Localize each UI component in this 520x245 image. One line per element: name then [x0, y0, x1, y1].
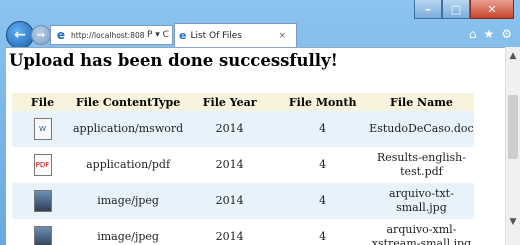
content-type-cell: application/pdf [73, 147, 184, 183]
image-file-icon[interactable] [33, 226, 52, 245]
pdf-document-icon[interactable]: PDF [33, 154, 52, 176]
year-cell: 2014 [183, 147, 277, 183]
table-row: PDF application/pdf 2014 4 Results-engli… [12, 147, 474, 183]
browser-window: – □ ✕ ← → e http://localhost:8080/t.. P … [0, 0, 520, 245]
file-cell: PDF [12, 147, 73, 183]
forward-button[interactable]: → [31, 25, 51, 45]
scroll-down-icon[interactable]: ▼ [506, 215, 520, 229]
header-month: File Month [276, 93, 370, 111]
tab-title[interactable]: List Of Files [190, 31, 278, 41]
month-cell: 4 [276, 147, 370, 183]
table-row: image/jpeg 2014 4 arquivo-txt-small.jpg [12, 183, 474, 219]
content-type-cell: image/jpeg [73, 183, 184, 219]
favorites-star-icon[interactable]: ★ [483, 27, 494, 41]
back-button[interactable]: ← [6, 21, 34, 49]
home-icon[interactable]: ⌂ [469, 27, 477, 41]
close-button[interactable]: ✕ [470, 0, 514, 19]
file-name-cell: EstudoDeCaso.doc [369, 111, 474, 147]
address-search-refresh-icons[interactable]: P ▾ C [147, 30, 169, 40]
table-row: W application/msword 2014 4 EstudoDeCaso… [12, 111, 474, 147]
minimize-button[interactable]: – [414, 0, 442, 19]
year-cell: 2014 [183, 219, 277, 245]
table-header-row: File File ContentType File Year File Mon… [12, 93, 474, 111]
browser-right-icons: ⌂ ★ ⚙ [469, 27, 512, 41]
scrollbar-thumb[interactable] [508, 95, 518, 159]
content-type-cell: application/msword [73, 111, 184, 147]
year-cell: 2014 [183, 183, 277, 219]
header-year: File Year [183, 93, 277, 111]
maximize-button[interactable]: □ [442, 0, 470, 19]
ie-tab-icon: e [179, 29, 187, 42]
header-file: File [12, 93, 73, 111]
file-cell [12, 219, 73, 245]
file-name-cell: arquivo-xml-xstream-small.jpg [369, 219, 474, 245]
file-cell [12, 183, 73, 219]
word-document-icon[interactable]: W [33, 118, 52, 140]
month-cell: 4 [276, 111, 370, 147]
month-cell: 4 [276, 219, 370, 245]
file-name-cell: arquivo-txt-small.jpg [369, 183, 474, 219]
scroll-up-icon[interactable]: ▲ [506, 49, 520, 63]
year-cell: 2014 [183, 111, 277, 147]
tab-close-icon[interactable]: × [278, 31, 286, 41]
page-content: Upload has been done successfully! File … [6, 47, 520, 245]
file-cell: W [12, 111, 73, 147]
gear-icon[interactable]: ⚙ [501, 27, 512, 41]
page-title: Upload has been done successfully! [9, 51, 338, 70]
header-name: File Name [369, 93, 474, 111]
address-bar[interactable]: e http://localhost:8080/t.. P ▾ C [50, 25, 173, 45]
address-url[interactable]: http://localhost:8080/t.. [71, 31, 145, 40]
table-row: image/jpeg 2014 4 arquivo-xml-xstream-sm… [12, 219, 474, 245]
content-type-cell: image/jpeg [73, 219, 184, 245]
image-file-icon[interactable] [33, 190, 52, 212]
window-controls: – □ ✕ [414, 0, 514, 19]
files-table: File File ContentType File Year File Mon… [12, 93, 474, 245]
ie-logo-icon: e [56, 28, 66, 42]
month-cell: 4 [276, 183, 370, 219]
header-content-type: File ContentType [73, 93, 184, 111]
tab-list-of-files[interactable]: e List Of Files × [174, 23, 297, 47]
vertical-scrollbar[interactable]: ▲ ▼ [505, 47, 520, 245]
file-name-cell: Results-english-test.pdf [369, 147, 474, 183]
